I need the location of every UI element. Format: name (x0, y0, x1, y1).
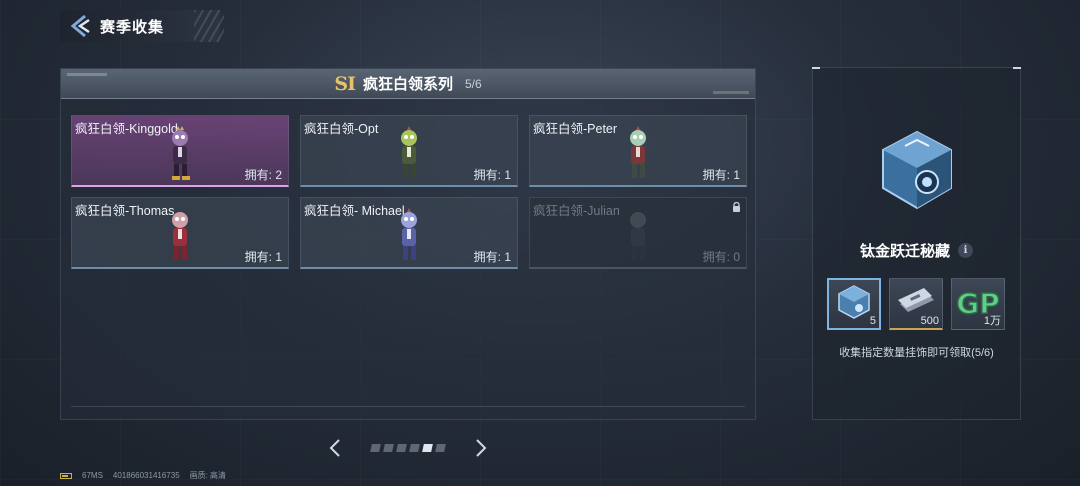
collection-card[interactable]: 疯狂白领-Kinggold 拥有: 2 (71, 115, 289, 187)
next-page-button[interactable] (471, 436, 491, 460)
card-name: 疯狂白领- Michael (304, 204, 405, 218)
page-title: 赛季收集 (100, 18, 165, 36)
battery-icon (60, 472, 72, 479)
collection-card[interactable]: 疯狂白领-Thomas 拥有: 1 (71, 197, 289, 269)
divider (71, 406, 745, 407)
pagination (325, 436, 491, 460)
reward-panel: 钛金跃迁秘藏 i 5 500 GP 1万 收集指定数量挂饰即可领取(5/6) (812, 67, 1021, 420)
owned-count: 拥有: 2 (244, 168, 282, 182)
top-bar: 赛季收集 (60, 10, 224, 42)
owned-count: 拥有: 1 (473, 168, 511, 182)
reward-title: 钛金跃迁秘藏 (859, 243, 950, 260)
header-decoration (67, 73, 107, 76)
chevron-right-icon (476, 439, 487, 457)
reward-item[interactable]: 5 (827, 278, 881, 330)
series-header: SI 疯狂白领系列 5/6 (61, 69, 755, 99)
character-figure-icon (630, 212, 646, 260)
item-quantity: 500 (920, 315, 939, 327)
prev-page-button[interactable] (325, 436, 345, 460)
crystal-cube-icon (882, 130, 952, 210)
ping-text: 67MS (82, 471, 103, 480)
header-decoration (713, 91, 749, 94)
reward-items: 5 500 GP 1万 (827, 278, 1005, 330)
collection-card[interactable]: 疯狂白领-Peter 拥有: 1 (529, 115, 747, 187)
reward-item[interactable]: 500 (889, 278, 943, 330)
page-dot[interactable] (422, 444, 433, 452)
character-figure-icon (172, 212, 188, 260)
series-title: 疯狂白领系列 (362, 76, 453, 93)
reward-title-row: 钛金跃迁秘藏 i (813, 240, 1020, 261)
info-icon[interactable]: i (958, 243, 973, 258)
back-arrow-icon (70, 14, 90, 38)
reward-description: 收集指定数量挂饰即可领取(5/6) (839, 347, 994, 359)
status-footer: 67MS 401866031416735 画质: 高清 (60, 470, 226, 481)
collection-panel: SI 疯狂白领系列 5/6 疯狂白领-Kinggold 拥有: 2 疯狂白领-O… (60, 68, 756, 420)
crystal-cube-icon (838, 284, 870, 319)
owned-count: 拥有: 1 (473, 250, 511, 264)
card-name: 疯狂白领-Thomas (75, 204, 175, 218)
page-dot[interactable] (396, 444, 407, 452)
page-dot[interactable] (435, 444, 446, 452)
chevron-left-icon (329, 439, 340, 457)
player-id: 401866031416735 (112, 471, 180, 480)
owned-count: 拥有: 0 (702, 250, 740, 264)
lock-icon (733, 202, 740, 212)
card-stack-icon (898, 288, 934, 313)
card-name: 疯狂白领-Opt (304, 122, 379, 136)
page-dot[interactable] (370, 444, 381, 452)
item-quantity: 1万 (983, 315, 1001, 327)
page-dot[interactable] (383, 444, 394, 452)
card-grid: 疯狂白领-Kinggold 拥有: 2 疯狂白领-Opt 拥有: 1 疯狂白领-… (71, 115, 747, 269)
collection-card-locked[interactable]: 疯狂白领-Julian 拥有: 0 (529, 197, 747, 269)
character-figure-icon (630, 126, 646, 178)
item-quantity: 5 (869, 315, 876, 327)
page-dot[interactable] (409, 444, 420, 452)
owned-count: 拥有: 1 (702, 168, 740, 182)
series-progress: 5/6 (464, 76, 482, 91)
card-name: 疯狂白领-Julian (533, 204, 620, 218)
owned-count: 拥有: 1 (244, 250, 282, 264)
reward-item[interactable]: GP 1万 (951, 278, 1005, 330)
card-name: 疯狂白领-Peter (533, 122, 618, 136)
character-figure-icon (401, 208, 417, 260)
character-figure-icon (172, 126, 190, 180)
quality-label: 画质: (189, 471, 208, 480)
series-logo: SI (334, 72, 356, 95)
character-figure-icon (401, 126, 417, 178)
collection-card[interactable]: 疯狂白领- Michael 拥有: 1 (300, 197, 518, 269)
back-button[interactable] (60, 10, 100, 42)
page-dots (370, 444, 446, 452)
collection-card[interactable]: 疯狂白领-Opt 拥有: 1 (300, 115, 518, 187)
quality-value: 高清 (209, 471, 226, 480)
